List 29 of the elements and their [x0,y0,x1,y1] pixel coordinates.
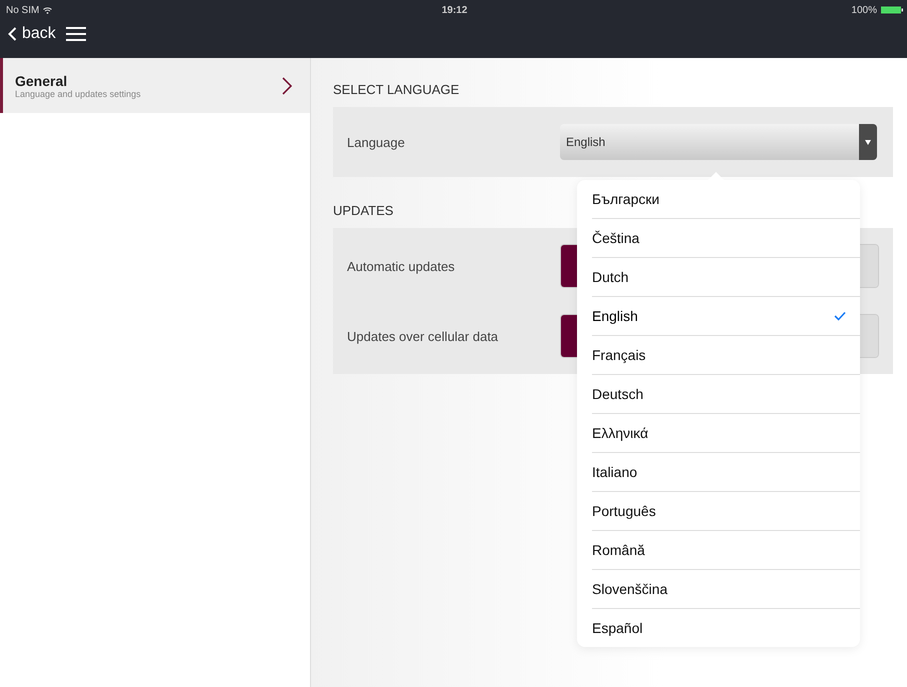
language-option[interactable]: Dutch [592,258,860,297]
battery-icon [880,6,903,14]
language-option[interactable]: Português [592,492,860,531]
carrier-text: No SIM [6,4,40,16]
language-option[interactable]: Ελληνικά [592,414,860,453]
language-option[interactable]: Čeština [592,219,860,258]
setting-label: Language [347,134,406,150]
language-option[interactable]: Български [592,180,860,219]
back-button[interactable]: back [8,25,56,43]
setting-label: Updates over cellular data [347,328,500,344]
language-select[interactable]: English [560,124,877,160]
language-option[interactable]: Slovenščina [592,570,860,609]
clock-text: 19:12 [442,4,468,16]
language-option[interactable]: Español [592,609,860,647]
chevron-left-icon [8,27,17,41]
section-heading: SELECT LANGUAGE [333,81,460,99]
language-option[interactable]: Română [592,531,860,570]
sidebar-item[interactable]: General Language and updates settings [0,58,310,113]
caret-down-icon [865,140,871,144]
language-option[interactable]: Italiano [592,453,860,492]
menu-icon[interactable] [66,27,86,41]
language-option[interactable]: English [592,297,860,336]
battery-text: 100% [851,4,877,16]
language-option[interactable]: Deutsch [592,375,860,414]
wifi-icon [43,6,52,14]
chevron-right-icon [282,76,292,94]
setting-label: Automatic updates [347,258,456,274]
language-option[interactable]: Français [592,336,860,375]
section-heading: UPDATES [333,202,394,220]
